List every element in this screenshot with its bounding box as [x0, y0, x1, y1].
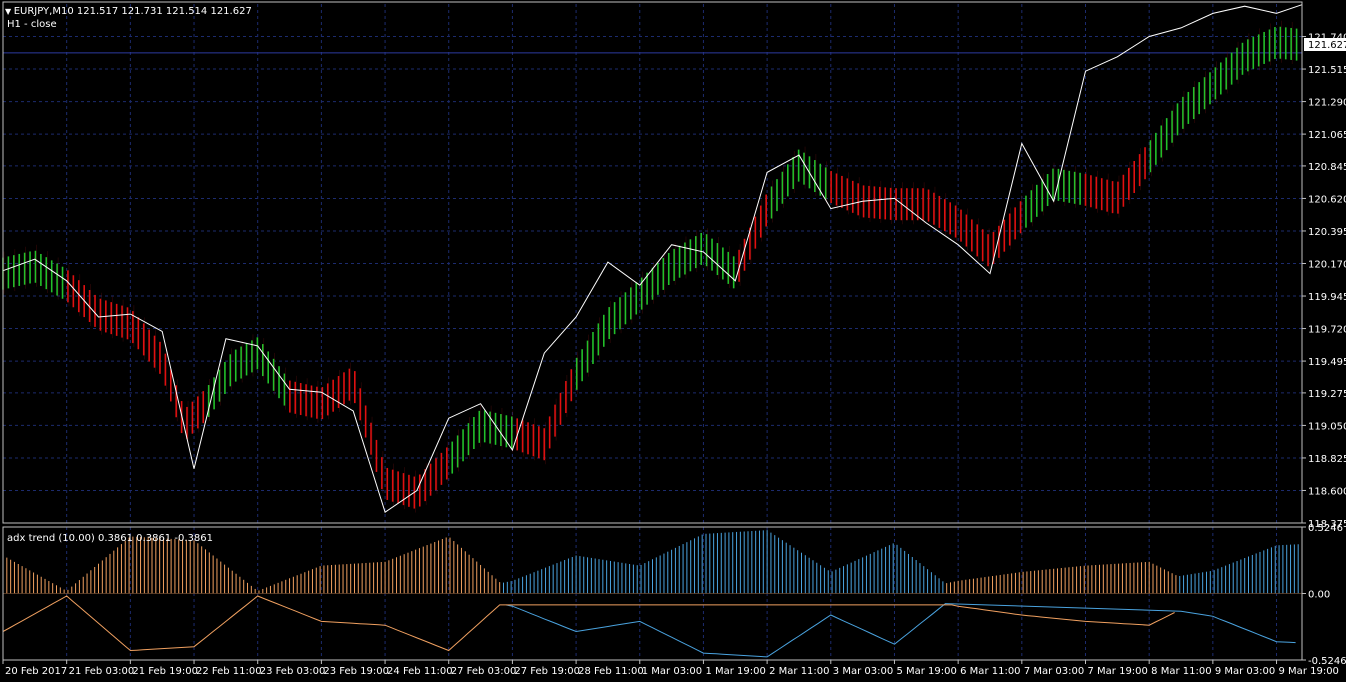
time-tick-label: 9 Mar 03:00: [1215, 666, 1275, 677]
time-tick-label: 5 Mar 19:00: [896, 666, 956, 677]
chart-window[interactable]: 121.740121.515121.290121.065120.845120.6…: [0, 0, 1346, 682]
price-tick-label: 119.050: [1308, 421, 1346, 432]
time-tick-label: 23 Feb 19:00: [323, 666, 389, 677]
price-tick-label: 118.825: [1308, 454, 1346, 465]
price-tick-label: 119.720: [1308, 325, 1346, 336]
time-tick-label: 7 Mar 03:00: [1024, 666, 1084, 677]
time-tick-label: 24 Feb 11:00: [387, 666, 453, 677]
adx-tick-label: 0.00: [1308, 590, 1330, 601]
indicator-label: adx trend (10.00) 0.3861 0.3861 -0.3861: [7, 533, 213, 544]
price-tick-label: 119.495: [1308, 357, 1346, 368]
axis-layer: 121.740121.515121.290121.065120.845120.6…: [2, 33, 1346, 677]
price-tick-label: 121.290: [1308, 98, 1346, 109]
time-tick-label: 27 Feb 19:00: [514, 666, 580, 677]
time-tick-label: 1 Mar 19:00: [705, 666, 765, 677]
time-tick-label: 27 Feb 03:00: [451, 666, 517, 677]
chart-svg[interactable]: 121.740121.515121.290121.065120.845120.6…: [0, 0, 1346, 682]
time-tick-label: 6 Mar 11:00: [960, 666, 1020, 677]
adx-down-line: [2, 595, 1175, 652]
symbol-info-label: ▼ EURJPY,M10 121.517 121.731 121.514 121…: [5, 6, 252, 17]
price-panel[interactable]: [2, 4, 1303, 513]
price-tick-label: 121.515: [1308, 65, 1346, 76]
price-tick-label: 121.065: [1308, 130, 1346, 141]
time-tick-label: 20 Feb 2017: [5, 666, 67, 677]
adx-tick-label: 0.5246: [1308, 523, 1343, 534]
time-tick-label: 23 Feb 03:00: [260, 666, 326, 677]
price-tick-label: 120.620: [1308, 194, 1346, 205]
price-tick-label: 119.945: [1308, 292, 1346, 303]
overlay-label: H1 - close: [7, 19, 57, 30]
adx-tick-label: -0.5246: [1308, 656, 1346, 667]
dropdown-triangle-icon: ▼: [5, 7, 14, 16]
price-tick-label: 120.845: [1308, 162, 1346, 173]
time-tick-label: 3 Mar 03:00: [833, 666, 893, 677]
time-tick-label: 1 Mar 03:00: [642, 666, 702, 677]
adx-panel[interactable]: [2, 530, 1303, 658]
time-tick-label: 21 Feb 19:00: [132, 666, 198, 677]
price-tick-label: 119.275: [1308, 389, 1346, 400]
time-tick-label: 7 Mar 19:00: [1088, 666, 1148, 677]
price-tick-label: 120.170: [1308, 260, 1346, 271]
time-tick-label: 8 Mar 11:00: [1151, 666, 1211, 677]
close-line: [2, 4, 1303, 513]
adx-up-line: [505, 603, 1296, 658]
price-tick-label: 120.395: [1308, 227, 1346, 238]
time-tick-label: 2 Mar 11:00: [769, 666, 829, 677]
price-panel-frame: [2, 1, 1303, 524]
current-price-label: 121.627: [1308, 40, 1346, 51]
time-tick-label: 28 Feb 11:00: [578, 666, 644, 677]
price-tick-label: 118.600: [1308, 486, 1346, 497]
time-tick-label: 21 Feb 03:00: [69, 666, 135, 677]
time-tick-label: 9 Mar 19:00: [1279, 666, 1339, 677]
time-tick-label: 22 Feb 11:00: [196, 666, 262, 677]
